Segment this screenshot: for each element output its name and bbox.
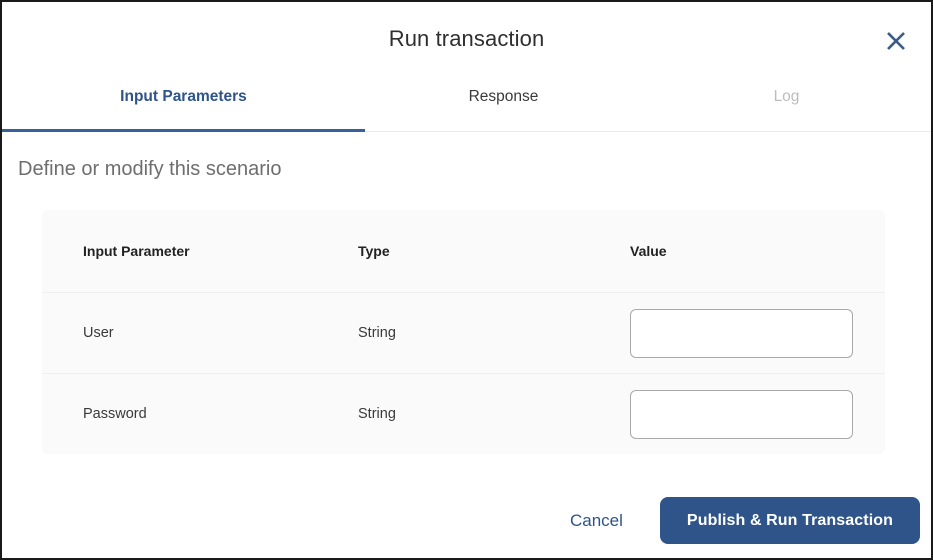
tab-log[interactable]: Log [642, 78, 931, 131]
close-button[interactable] [881, 26, 911, 56]
cell-parameter-value [630, 292, 885, 374]
tab-response[interactable]: Response [365, 78, 642, 131]
cancel-button[interactable]: Cancel [556, 503, 637, 539]
column-header-parameter: Input Parameter [83, 243, 190, 259]
dialog-header: Run transaction [2, 2, 931, 78]
value-input-user[interactable] [630, 308, 853, 358]
value-input-password[interactable] [630, 389, 853, 439]
cell-parameter-value [630, 373, 885, 454]
publish-and-run-transaction-button[interactable]: Publish & Run Transaction [659, 497, 920, 544]
cell-parameter-name: Password [42, 373, 358, 454]
column-header-value: Value [630, 243, 667, 259]
table-row: Password String [42, 373, 885, 454]
input-parameters-card: Input Parameter Type Value User String P… [42, 210, 885, 454]
close-icon [885, 30, 907, 52]
run-transaction-dialog: Run transaction Input Parameters Respons… [0, 0, 933, 560]
dialog-body: Define or modify this scenario Input Par… [2, 158, 931, 454]
section-subtitle: Define or modify this scenario [18, 158, 282, 180]
cell-parameter-name: User [42, 292, 358, 374]
cell-parameter-type: String [358, 292, 630, 374]
table-row: User String [42, 292, 885, 374]
input-parameters-table: Input Parameter Type Value User String P… [42, 210, 885, 454]
table-header-row: Input Parameter Type Value [42, 210, 885, 293]
tab-bar: Input Parameters Response Log [2, 78, 931, 132]
tab-input-parameters[interactable]: Input Parameters [2, 78, 365, 131]
cell-parameter-type: String [358, 373, 630, 454]
page-title: Run transaction [388, 26, 545, 51]
column-header-type: Type [358, 243, 390, 259]
dialog-footer: Cancel Publish & Run Transaction [2, 497, 931, 544]
active-tab-indicator [2, 129, 365, 132]
